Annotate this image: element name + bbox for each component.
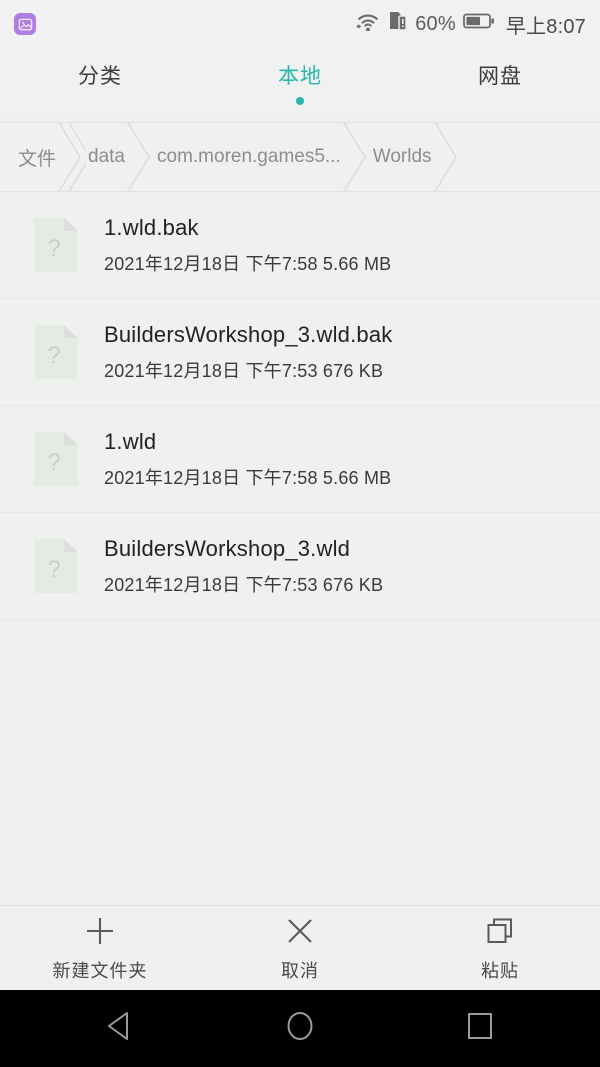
status-bar-clock: 早上8:07 [505,15,586,38]
tab-cloud-drive[interactable]: 网盘 [400,48,600,112]
breadcrumb-item-label: Worlds [372,146,432,167]
recents-square-icon [465,1011,495,1046]
action-toolbar: 新建文件夹 取消 粘贴 [0,905,600,990]
unknown-file-icon: ? [34,218,78,272]
nav-home-button[interactable] [240,990,360,1067]
breadcrumb-item-package[interactable]: com.moren.games5... [139,123,366,191]
file-meta: 2021年12月18日 下午7:53 676 KB [104,360,384,381]
file-meta: 2021年12月18日 下午7:53 676 KB [104,574,384,595]
paste-button[interactable]: 粘贴 [400,906,600,990]
svg-text:?: ? [47,235,60,262]
breadcrumb-item-label: 文件 [18,148,57,170]
file-name: BuildersWorkshop_3.wld.bak [104,321,393,347]
new-folder-button[interactable]: 新建文件夹 [0,906,200,990]
file-list-item[interactable]: ? 1.wld.bak 2021年12月18日 下午7:58 5.66 MB [0,192,600,299]
system-navigation-bar [0,990,600,1067]
wifi-icon [355,11,381,37]
file-list-item[interactable]: ? 1.wld 2021年12月18日 下午7:58 5.66 MB [0,406,600,513]
file-list: ? 1.wld.bak 2021年12月18日 下午7:58 5.66 MB ?… [0,192,600,905]
tab-categories[interactable]: 分类 [0,48,200,112]
breadcrumb-item-data[interactable]: data [70,123,150,191]
status-bar-notifications [14,13,355,35]
cancel-label: 取消 [281,960,319,981]
battery-icon [462,12,495,36]
breadcrumb-spacer [446,123,600,191]
breadcrumb-item-label: com.moren.games5... [157,146,341,167]
file-name: 1.wld [104,428,157,454]
file-name: 1.wld.bak [104,214,199,240]
file-name: BuildersWorkshop_3.wld [104,535,351,561]
sim-card-alert-icon [388,10,408,38]
paste-icon [483,914,517,948]
file-list-item[interactable]: ? BuildersWorkshop_3.wld.bak 2021年12月18日… [0,299,600,406]
unknown-file-icon: ? [34,325,78,379]
file-meta: 2021年12月18日 下午7:58 5.66 MB [104,467,392,488]
plus-icon [83,914,117,948]
nav-recents-button[interactable] [420,990,540,1067]
home-circle-icon [284,1010,316,1047]
breadcrumb[interactable]: 文件 data com.moren.games5... Worlds [0,122,600,192]
unknown-file-icon: ? [34,432,78,486]
status-bar: 60% 早上8:07 [0,0,600,48]
file-meta: 2021年12月18日 下午7:58 5.66 MB [104,253,392,274]
svg-text:?: ? [47,342,60,369]
file-list-item[interactable]: ? BuildersWorkshop_3.wld 2021年12月18日 下午7… [0,513,600,620]
tab-local[interactable]: 本地 [200,48,400,112]
svg-text:?: ? [47,556,60,583]
paste-label: 粘贴 [481,960,519,981]
tab-cloud-drive-label: 网盘 [478,64,522,88]
close-icon [283,914,317,948]
tab-local-label: 本地 [278,64,322,88]
status-bar-icons: 60% 早上8:07 [355,10,586,39]
new-folder-label: 新建文件夹 [52,960,148,981]
file-info: BuildersWorkshop_3.wld 2021年12月18日 下午7:5… [104,536,383,597]
breadcrumb-item-label: data [88,146,125,167]
app-screen: 60% 早上8:07 分类 本地 网盘 文件 data com.moren.ga… [0,0,600,1067]
unknown-file-icon: ? [34,539,78,593]
tab-categories-label: 分类 [78,64,122,88]
file-info: 1.wld 2021年12月18日 下午7:58 5.66 MB [104,429,391,490]
file-info: 1.wld.bak 2021年12月18日 下午7:58 5.66 MB [104,215,391,276]
tab-active-indicator [296,96,304,105]
back-triangle-icon [105,1010,135,1047]
main-tab-bar: 分类 本地 网盘 [0,48,600,112]
file-info: BuildersWorkshop_3.wld.bak 2021年12月18日 下… [104,322,393,383]
nav-back-button[interactable] [60,990,180,1067]
svg-text:?: ? [47,449,60,476]
gallery-app-icon [14,13,36,35]
cancel-button[interactable]: 取消 [200,906,400,990]
breadcrumb-item-root[interactable]: 文件 [0,123,87,191]
breadcrumb-item-current[interactable]: Worlds [355,123,457,191]
battery-percent-label: 60% [415,12,456,35]
